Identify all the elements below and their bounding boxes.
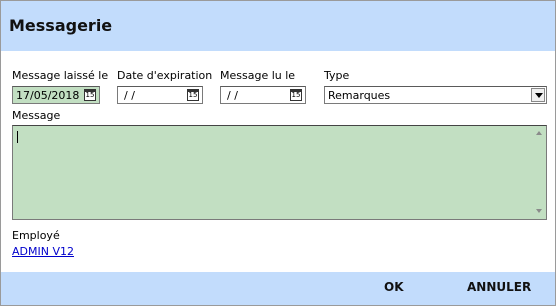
message-textarea[interactable]: [12, 125, 547, 220]
employee-link[interactable]: ADMIN V12: [12, 245, 74, 258]
expiration-date-label: Date d'expiration: [117, 69, 213, 82]
read-date-field[interactable]: / / 15: [220, 86, 306, 104]
vertical-scrollbar[interactable]: [532, 126, 546, 219]
message-left-date-value: 17/05/2018: [16, 89, 80, 102]
scroll-down-icon[interactable]: [536, 209, 542, 213]
message-left-date-field[interactable]: 17/05/2018 15: [12, 86, 100, 104]
scroll-up-icon[interactable]: [536, 131, 542, 135]
expiration-date-field[interactable]: / / 15: [117, 86, 203, 104]
text-caret: [17, 131, 18, 143]
title-bar: Messagerie: [1, 1, 555, 51]
type-select-value: Remarques: [328, 89, 391, 102]
message-left-date-label: Message laissé le: [12, 69, 109, 82]
dropdown-arrow-icon[interactable]: [531, 88, 545, 102]
button-bar: OK ANNULER: [1, 272, 555, 305]
messagerie-dialog: Messagerie Message laissé le Date d'expi…: [0, 0, 556, 306]
read-date-label: Message lu le: [220, 69, 296, 82]
calendar-icon[interactable]: 15: [84, 89, 96, 101]
calendar-icon[interactable]: 15: [187, 89, 199, 101]
employee-label: Employé: [12, 229, 60, 242]
type-select[interactable]: Remarques: [324, 86, 547, 104]
type-label: Type: [324, 69, 350, 82]
read-date-value: / /: [227, 89, 238, 102]
message-label: Message: [12, 109, 61, 122]
expiration-date-value: / /: [124, 89, 135, 102]
ok-button[interactable]: OK: [384, 280, 404, 294]
calendar-icon[interactable]: 15: [290, 89, 302, 101]
cancel-button[interactable]: ANNULER: [467, 280, 531, 294]
dialog-title: Messagerie: [9, 16, 113, 35]
